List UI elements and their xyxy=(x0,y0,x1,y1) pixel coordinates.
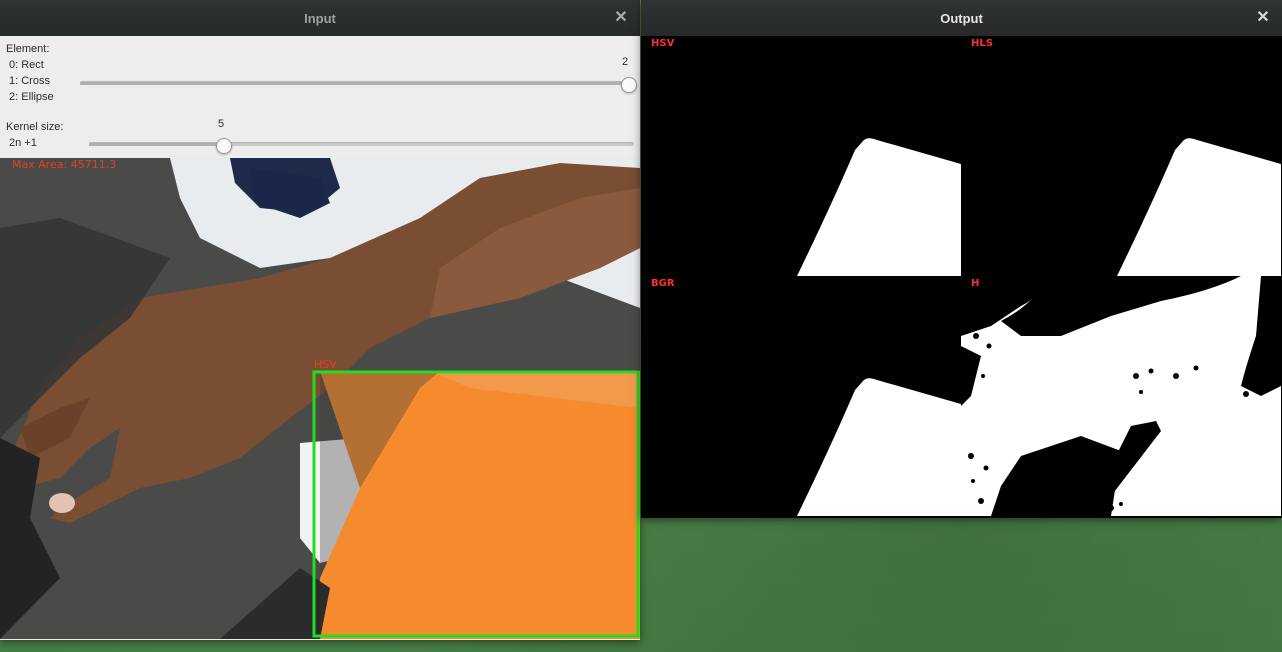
element-slider-handle[interactable] xyxy=(621,77,637,93)
hsv-mask xyxy=(797,138,961,276)
close-icon[interactable]: ✕ xyxy=(1254,9,1272,27)
input-window-title: Input xyxy=(304,10,336,26)
kernel-slider-handle[interactable] xyxy=(216,138,232,154)
kernel-size-label: Kernel size: xyxy=(6,121,64,133)
quadrant-label-hsv: HSV xyxy=(651,38,675,49)
quadrant-hsv: HSV xyxy=(641,36,961,276)
element-option-rect: 0: Rect xyxy=(9,59,44,71)
quadrant-bgr: BGR xyxy=(641,276,961,516)
output-grid: HSV HLS BGR H xyxy=(641,36,1282,518)
kernel-slider-fill xyxy=(89,143,223,146)
bgr-mask xyxy=(797,378,961,516)
output-titlebar[interactable]: Output ✕ xyxy=(641,0,1282,36)
input-window: Input ✕ Element: 0: Rect 1: Cross 2: Ell… xyxy=(0,0,640,640)
close-icon[interactable]: ✕ xyxy=(612,9,630,27)
hls-mask xyxy=(1117,138,1281,276)
output-window-title: Output xyxy=(940,10,983,26)
element-option-ellipse: 2: Ellipse xyxy=(9,91,54,103)
camera-image xyxy=(0,158,640,639)
element-label: Element: xyxy=(6,43,50,55)
quadrant-label-hls: HLS xyxy=(971,38,993,49)
element-slider-fill xyxy=(80,82,628,85)
element-slider-value: 2 xyxy=(622,56,629,68)
input-titlebar[interactable]: Input ✕ xyxy=(0,0,640,36)
trackbar-panel: Element: 0: Rect 1: Cross 2: Ellipse 2 K… xyxy=(0,36,640,158)
h-mask xyxy=(961,276,1281,516)
quadrant-hls: HLS xyxy=(961,36,1281,276)
max-area-text: Max Area: 45711.3 xyxy=(12,158,117,171)
quadrant-h: H xyxy=(961,276,1281,516)
element-option-cross: 1: Cross xyxy=(9,75,50,87)
kernel-slider-value: 5 xyxy=(218,118,225,130)
detection-box-label: HSV xyxy=(314,358,337,371)
quadrant-label-bgr: BGR xyxy=(651,278,675,289)
kernel-size-formula: 2n +1 xyxy=(9,137,37,149)
camera-feed: Max Area: 45711.3 HSV xyxy=(0,158,640,639)
output-window: Output ✕ HSV HLS BGR H xyxy=(641,0,1282,518)
quadrant-label-h: H xyxy=(971,278,980,289)
element-slider-track[interactable] xyxy=(80,77,637,93)
kernel-slider-track[interactable] xyxy=(89,138,634,154)
